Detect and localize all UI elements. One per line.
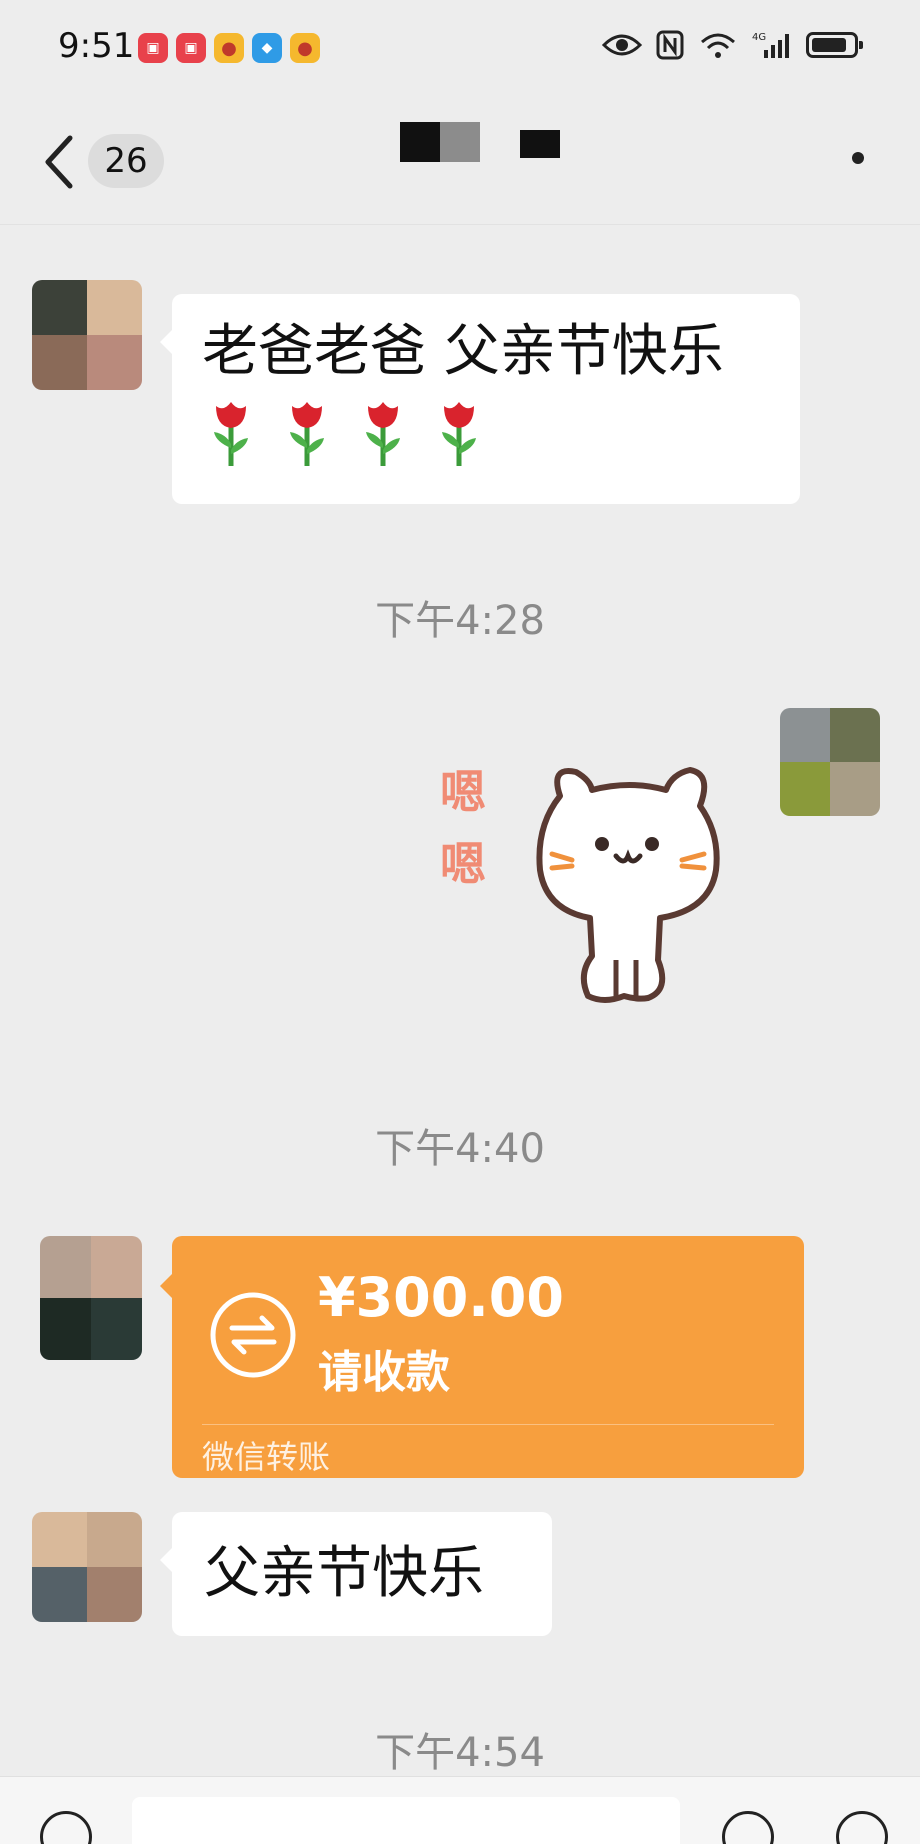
contact-avatar[interactable]	[32, 1512, 142, 1622]
transfer-amount: ¥300.00	[318, 1266, 564, 1329]
message-text: 老爸老爸 父亲节快乐	[202, 319, 724, 384]
back-arrow-icon[interactable]	[40, 132, 80, 192]
timestamp: 下午4:40	[375, 1126, 545, 1172]
redaction-block	[520, 130, 560, 170]
sticker-caption-line: 嗯	[440, 837, 486, 891]
nfc-icon	[656, 28, 684, 62]
weibo-icon: ●	[214, 33, 244, 63]
rose-icon	[290, 402, 324, 466]
input-bar	[0, 1776, 920, 1844]
eye-icon	[602, 28, 642, 62]
signal-icon: 4G	[752, 28, 792, 62]
system-icons: 4G	[602, 28, 863, 62]
emoji-icon[interactable]	[722, 1811, 774, 1844]
message-input[interactable]	[132, 1797, 680, 1844]
white-cat-icon	[536, 767, 720, 1003]
chat-header: 26	[0, 96, 920, 225]
rose-icon	[366, 402, 400, 466]
message-bubble[interactable]: 父亲节快乐	[160, 1512, 552, 1636]
message-text: 父亲节快乐	[204, 1541, 484, 1606]
my-avatar[interactable]	[780, 708, 880, 816]
sticker-caption: 嗯 嗯	[440, 756, 486, 900]
more-options-icon[interactable]	[852, 152, 864, 164]
battery-icon	[806, 32, 863, 58]
weibo-icon: ●	[290, 33, 320, 63]
status-time: 9:51	[58, 26, 135, 66]
sticker-caption-line: 嗯	[440, 765, 486, 819]
unread-count-badge[interactable]: 26	[88, 134, 164, 188]
contact-avatar[interactable]	[40, 1236, 142, 1360]
wifi-icon	[698, 28, 738, 62]
transfer-status: 请收款	[318, 1347, 450, 1398]
transfer-arrows-icon	[210, 1292, 296, 1378]
message-emoji-line	[202, 392, 770, 468]
contact-avatar[interactable]	[32, 280, 142, 390]
cat-sticker[interactable]: 嗯 嗯	[430, 740, 750, 1020]
browser-icon: ◆	[252, 33, 282, 63]
plus-icon[interactable]	[836, 1811, 888, 1844]
transfer-type-label: 微信转账	[202, 1438, 331, 1476]
redaction-block	[400, 122, 480, 162]
red-book-icon: ▣	[138, 33, 168, 63]
notification-icons: ▣ ▣ ● ◆ ●	[138, 33, 320, 63]
message-bubble[interactable]: 老爸老爸 父亲节快乐	[160, 294, 800, 504]
svg-text:4G: 4G	[752, 32, 766, 43]
contact-name-redacted	[400, 122, 560, 172]
timestamp: 下午4:54	[375, 1730, 545, 1776]
red-book-icon: ▣	[176, 33, 206, 63]
divider	[202, 1424, 774, 1425]
timestamp: 下午4:28	[375, 598, 545, 644]
rose-icon	[214, 402, 248, 466]
rose-icon	[442, 402, 476, 466]
transfer-card[interactable]: ¥300.00 请收款 微信转账	[160, 1236, 804, 1478]
chat-screen: 9:51 ▣ ▣ ● ◆ ● 4G 26 老爸老爸 父亲节快乐 下午4:28 嗯…	[0, 0, 920, 1844]
status-bar: 9:51 ▣ ▣ ● ◆ ● 4G	[0, 0, 920, 96]
voice-icon[interactable]	[40, 1811, 92, 1844]
